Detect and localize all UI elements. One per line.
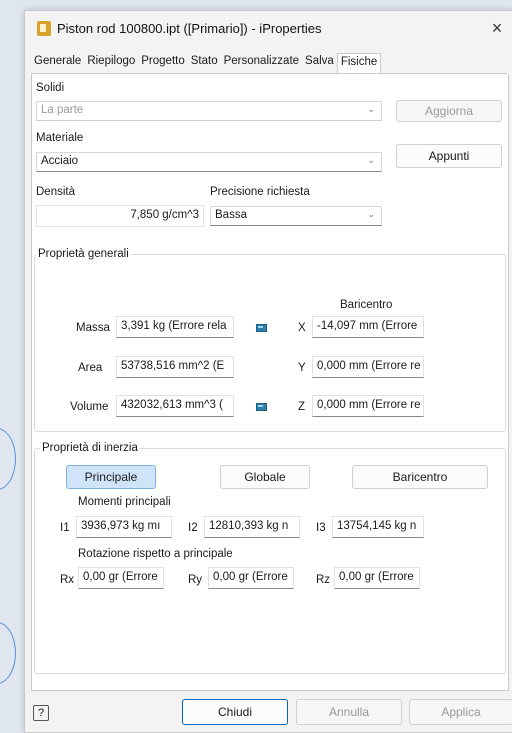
z-label: Z <box>298 401 306 413</box>
volume-label: Volume <box>70 401 109 413</box>
i3-field: 13754,145 kg n <box>332 516 424 538</box>
solids-value: La parte <box>41 104 84 116</box>
chevron-down-icon: ⌄ <box>367 209 375 219</box>
calculator-icon[interactable] <box>256 403 267 411</box>
inertia-properties-title: Proprietà di inerzia <box>40 442 140 454</box>
physical-tab-panel: Solidi La parte ⌄ Aggiorna Materiale Acc… <box>31 74 509 691</box>
i2-label: I2 <box>188 522 198 534</box>
centroid-button[interactable]: Baricentro <box>352 465 488 489</box>
centroid-heading: Baricentro <box>340 299 393 311</box>
precision-label: Precisione richiesta <box>210 186 310 198</box>
mass-label: Massa <box>76 322 110 334</box>
inventor-part-icon <box>37 21 51 36</box>
title-bar: Piston rod 100800.ipt ([Primario]) - iPr… <box>25 11 512 47</box>
principal-moments-heading: Momenti principali <box>78 496 171 508</box>
background-arc-top <box>0 428 16 490</box>
i1-field: 3936,973 kg mı <box>76 516 172 538</box>
i2-field: 12810,393 kg n <box>204 516 300 538</box>
precision-value: Bassa <box>215 209 247 221</box>
tab-generale[interactable]: Generale <box>31 53 84 72</box>
mass-field: 3,391 kg (Errore rela <box>116 316 234 338</box>
i3-label: I3 <box>316 522 326 534</box>
centroid-z-field: 0,000 mm (Errore re <box>312 395 424 417</box>
tab-fisiche[interactable]: Fisiche <box>336 53 382 73</box>
window-title: Piston rod 100800.ipt ([Primario]) - iPr… <box>57 21 322 36</box>
calculator-icon[interactable] <box>256 324 267 332</box>
rotation-heading: Rotazione rispetto a principale <box>78 548 233 560</box>
precision-select[interactable]: Bassa ⌄ <box>210 206 382 226</box>
cancel-button[interactable]: Annulla <box>296 699 402 725</box>
tab-salva[interactable]: Salva <box>302 53 337 72</box>
ry-field: 0,00 gr (Errore <box>208 567 294 589</box>
close-button[interactable]: Chiudi <box>182 699 288 725</box>
tab-stato[interactable]: Stato <box>188 53 221 72</box>
material-value: Acciaio <box>41 155 79 167</box>
density-field: 7,850 g/cm^3 <box>36 205 204 227</box>
solids-label: Solidi <box>36 82 65 94</box>
density-label: Densità <box>36 186 75 198</box>
rz-label: Rz <box>316 574 331 586</box>
i1-label: I1 <box>60 522 70 534</box>
rz-field: 0,00 gr (Errore <box>334 567 420 589</box>
material-select[interactable]: Acciaio ⌄ <box>36 152 382 172</box>
notes-button[interactable]: Appunti <box>396 144 502 168</box>
x-label: X <box>298 322 306 334</box>
rx-field: 0,00 gr (Errore <box>78 567 164 589</box>
tab-personalizzate[interactable]: Personalizzate <box>221 53 302 72</box>
tab-bar: Generale Riepilogo Progetto Stato Person… <box>31 53 382 73</box>
ry-label: Ry <box>188 574 203 586</box>
principal-button[interactable]: Principale <box>66 465 156 489</box>
solids-select[interactable]: La parte ⌄ <box>36 101 382 121</box>
material-label: Materiale <box>36 132 84 144</box>
close-icon[interactable]: × <box>487 18 507 38</box>
background-arc-bottom <box>0 622 16 684</box>
centroid-x-field: -14,097 mm (Errore <box>312 316 424 338</box>
centroid-y-field: 0,000 mm (Errore re <box>312 356 424 378</box>
chevron-down-icon: ⌄ <box>367 104 375 114</box>
area-field: 53738,516 mm^2 (E <box>116 356 234 378</box>
tab-riepilogo[interactable]: Riepilogo <box>84 53 138 72</box>
global-button[interactable]: Globale <box>220 465 310 489</box>
tab-progetto[interactable]: Progetto <box>138 53 187 72</box>
rx-label: Rx <box>60 574 75 586</box>
update-button[interactable]: Aggiorna <box>396 100 502 122</box>
dialog-footer: ? Chiudi Annulla Applica <box>25 691 512 732</box>
help-icon[interactable]: ? <box>33 705 49 721</box>
area-label: Area <box>78 362 103 374</box>
volume-field: 432032,613 mm^3 ( <box>116 395 234 417</box>
general-properties-title: Proprietà generali <box>36 248 131 260</box>
y-label: Y <box>298 362 306 374</box>
iproperties-dialog: Piston rod 100800.ipt ([Primario]) - iPr… <box>24 10 512 733</box>
chevron-down-icon: ⌄ <box>367 155 375 165</box>
apply-button[interactable]: Applica <box>409 699 512 725</box>
